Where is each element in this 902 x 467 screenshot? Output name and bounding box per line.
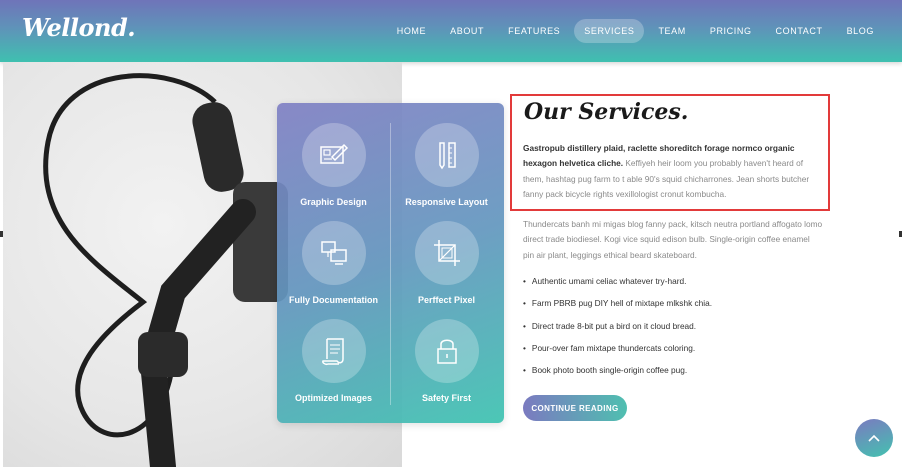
feature-optimized-images[interactable]: Optimized Images (277, 319, 390, 403)
chevron-up-icon (868, 434, 880, 442)
nav-item-team[interactable]: TEAM (648, 19, 695, 43)
list-item-text: Authentic umami celiac whatever try-hard… (531, 276, 687, 286)
feature-graphic-design[interactable]: Graphic Design (277, 123, 390, 207)
services-intro: Gastropub distillery plaid, raclette sho… (523, 141, 823, 203)
feature-responsive-layout[interactable]: Responsive Layout (390, 123, 503, 207)
feature-label: Graphic Design (300, 197, 367, 207)
list-item-text: Farm PBRB pug DIY hell of mixtape mlkshk… (531, 298, 713, 309)
feature-label: Fully Documentation (288, 295, 378, 305)
services-title: Our Services. (524, 99, 689, 125)
bullet-icon: • (523, 276, 526, 286)
padlock-icon (414, 319, 479, 383)
nav-item-about[interactable]: ABOUT (440, 19, 494, 43)
nav-item-services[interactable]: SERVICES (574, 19, 645, 43)
list-item: • Direct trade 8-bit put a bird on it clo… (523, 319, 823, 341)
scroll-to-top-button[interactable] (855, 419, 893, 457)
nav-item-features[interactable]: FEATURES (498, 19, 570, 43)
feature-label: Optimized Images (294, 393, 373, 403)
bullet-icon: • (523, 365, 526, 376)
bullet-icon: • (523, 342, 526, 353)
feature-label: Safety First (421, 393, 472, 403)
documentation-icon (301, 221, 366, 285)
nav-item-contact[interactable]: CONTACT (766, 19, 833, 43)
list-item: • Pour-over fam mixtape thundercats color… (523, 341, 823, 363)
features-card: Graphic Design Responsive Layout Fully D… (277, 103, 504, 423)
list-item: • Authentic umami celiac whatever try-har… (523, 274, 823, 296)
feature-label: Responsive Layout (405, 197, 488, 207)
list-item: • Book photo booth single-origin coffee p… (523, 363, 823, 385)
services-bullet-list: • Authentic umami celiac whatever try-har… (523, 274, 823, 385)
list-item-text: Book photo booth single-origin coffee pu… (531, 365, 688, 376)
graphic-design-icon (301, 123, 366, 187)
pixel-crop-icon (414, 221, 479, 285)
nav-item-pricing[interactable]: PRICING (700, 19, 762, 43)
bullet-icon: • (523, 298, 526, 309)
feature-label: Perffect Pixel (417, 295, 476, 305)
logo[interactable]: Wellond. (22, 13, 136, 42)
continue-reading-button[interactable]: CONTINUE READING (523, 395, 627, 421)
feature-perfect-pixel[interactable]: Perffect Pixel (390, 221, 503, 305)
nav-item-blog[interactable]: BLOG (837, 19, 884, 43)
feature-safety-first[interactable]: Safety First (390, 319, 503, 403)
services-paragraph: Thundercats banh mi migas blog fanny pac… (523, 219, 823, 260)
bullet-icon: • (523, 320, 526, 331)
left-edge-marker (0, 231, 3, 237)
list-item-text: Pour-over fam mixtape thundercats colori… (531, 342, 696, 353)
optimized-images-icon (301, 319, 366, 383)
main-nav: HOME ABOUT FEATURES SERVICES TEAM PRICIN… (387, 19, 884, 43)
list-item: • Farm PBRB pug DIY hell of mixtape mlksh… (523, 296, 823, 318)
nav-item-home[interactable]: HOME (387, 19, 436, 43)
site-header: Wellond. HOME ABOUT FEATURES SERVICES TE… (0, 0, 902, 62)
responsive-layout-icon (414, 123, 479, 187)
list-item-text: Direct trade 8-bit put a bird on it clou… (531, 320, 697, 331)
feature-fully-documentation[interactable]: Fully Documentation (277, 221, 390, 305)
